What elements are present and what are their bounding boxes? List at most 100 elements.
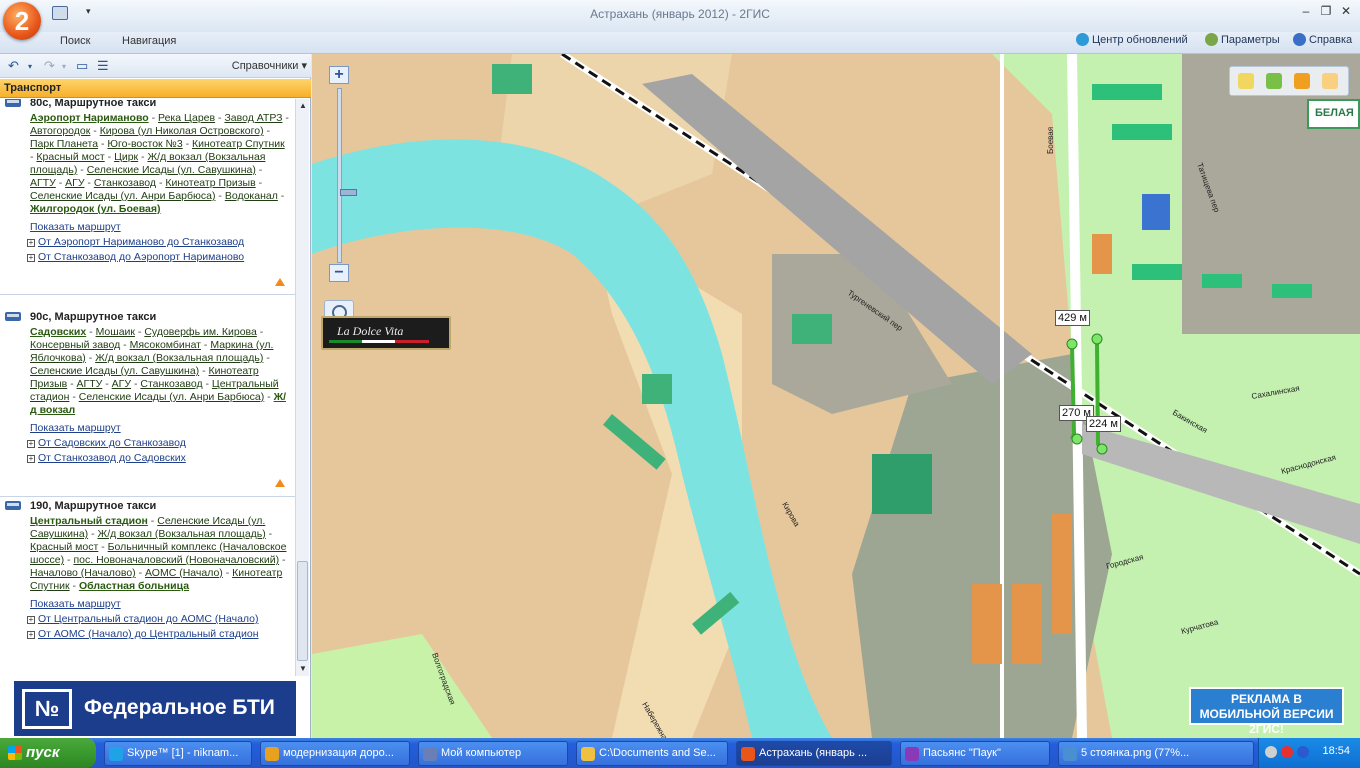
settings-icon[interactable] (1322, 73, 1338, 89)
stop-link[interactable]: Жилгородок (ул. Боевая) (30, 203, 161, 215)
taskbar-item[interactable]: Пасьянс "Паук" (900, 741, 1050, 766)
close-button[interactable]: ✕ (1336, 4, 1356, 20)
stop-link[interactable]: АГТУ (30, 177, 56, 189)
start-button[interactable]: пуск (0, 738, 96, 768)
mobile-version-ad[interactable]: РЕКЛАМА В МОБИЛЬНОЙ ВЕРСИИ 2ГИС! (1189, 687, 1344, 736)
stop-link[interactable]: Юго-восток №3 (107, 138, 182, 150)
stop-link[interactable]: Красный мост (30, 541, 98, 553)
expand-icon[interactable]: + (27, 239, 35, 247)
stop-link[interactable]: Ж/д вокзал (Вокзальная площадь) (95, 352, 263, 364)
direction-link[interactable]: + От АОМС (Начало) до Центральный стадион (27, 628, 295, 640)
back-dropdown-icon[interactable]: ▾ (28, 62, 32, 71)
stop-link[interactable]: Завод АТРЗ (224, 112, 282, 124)
show-route-link[interactable]: Показать маршрут (30, 221, 295, 233)
stop-link[interactable]: Селенские Исады (ул. Анри Барбюса) (79, 391, 264, 403)
stop-link[interactable]: Станкозавод (94, 177, 156, 189)
direction-link[interactable]: + От Станкозавод до Садовских (27, 452, 295, 464)
route-item: 190, Маршрутное такси Центральный стадио… (0, 500, 295, 676)
taskbar-item[interactable]: C:\Documents and Se... (576, 741, 728, 766)
stop-link[interactable]: Кирова (ул Николая Островского) (100, 125, 264, 137)
maximize-button[interactable]: ❐ (1316, 4, 1336, 20)
expand-icon[interactable]: + (27, 455, 35, 463)
direction-link[interactable]: + От Садовских до Станкозавод (27, 437, 295, 449)
panel-icon[interactable]: ▭ (76, 58, 88, 74)
route-point (1096, 443, 1108, 455)
stop-link[interactable]: Мошаик (96, 326, 135, 338)
opera-icon[interactable] (1281, 746, 1293, 758)
stop-link[interactable]: АГУ (112, 378, 131, 390)
sidebar-scrollbar[interactable]: ▲ ▼ (295, 99, 309, 676)
tab-search[interactable]: Поиск (60, 35, 90, 47)
stop-link[interactable]: Селенские Исады (ул. Анри Барбюса) (30, 190, 215, 202)
show-route-link[interactable]: Показать маршрут (30, 598, 295, 610)
stop-link[interactable]: Центральный стадион (30, 515, 148, 527)
ruler-icon[interactable] (1238, 73, 1254, 89)
taskbar-item-active[interactable]: Астрахань (январь ... (736, 741, 892, 766)
directories-dropdown[interactable]: Справочники ▾ (232, 59, 307, 72)
corner-ad[interactable]: БЕЛАЯ (1307, 99, 1360, 129)
zoom-in-button[interactable]: + (329, 66, 349, 84)
stop-link[interactable]: Река Царев (158, 112, 215, 124)
direction-link[interactable]: + От Аэропорт Нариманово до Станкозавод (27, 236, 295, 248)
stop-link[interactable]: пос. Новоначаловский (Новоначаловский) (73, 554, 279, 566)
layers-icon[interactable] (1266, 73, 1282, 89)
stop-link[interactable]: Садовских (30, 326, 86, 338)
app-logo-icon[interactable]: 2 (3, 2, 41, 40)
stop-link[interactable]: АГТУ (77, 378, 103, 390)
forward-dropdown-icon[interactable]: ▾ (62, 62, 66, 71)
parameters-link[interactable]: Параметры (1205, 32, 1280, 48)
advertisement-banner[interactable]: № Федеральное БТИ (14, 681, 296, 736)
taskbar-item[interactable]: Мой компьютер (418, 741, 568, 766)
stop-link[interactable]: Селенские Исады (ул. Савушкина) (87, 164, 256, 176)
dolce-vita-ad[interactable]: La Dolce Vita (321, 316, 451, 350)
taskbar-item[interactable]: 5 стоянка.png (77%... (1058, 741, 1254, 766)
zoom-slider-knob[interactable] (340, 189, 357, 196)
tab-navigation[interactable]: Навигация (122, 35, 176, 47)
stop-link[interactable]: Цирк (114, 151, 138, 163)
map-view[interactable]: Боевая Татищева пер Сахалинская Городска… (312, 54, 1360, 738)
stop-link[interactable]: Станкозавод (140, 378, 202, 390)
stop-link[interactable]: Ж/д вокзал (Вокзальная площадь) (98, 528, 266, 540)
print-icon[interactable] (1294, 73, 1310, 89)
minimize-button[interactable]: – (1296, 4, 1316, 20)
back-icon[interactable]: ↶ (8, 58, 19, 74)
stop-link[interactable]: Началово (Началово) (30, 567, 136, 579)
zoom-slider[interactable] (337, 88, 357, 263)
forward-icon[interactable]: ↷ (44, 58, 55, 74)
stop-link[interactable]: Автогородок (30, 125, 90, 137)
stop-link[interactable]: Аэропорт Нариманово (30, 112, 149, 124)
update-center-link[interactable]: Центр обновлений (1076, 32, 1188, 48)
stop-link[interactable]: АОМС (Начало) (145, 567, 223, 579)
expand-icon[interactable]: + (27, 616, 35, 624)
expand-icon[interactable]: + (27, 440, 35, 448)
list-icon[interactable]: ☰ (97, 58, 109, 74)
stop-link[interactable]: Водоканал (225, 190, 278, 202)
stop-link[interactable]: Областная больница (79, 580, 189, 592)
stop-link[interactable]: Консервный завод (30, 339, 120, 351)
stop-link[interactable]: Селенские Исады (ул. Савушкина) (30, 365, 199, 377)
expand-icon[interactable]: + (27, 631, 35, 639)
expand-icon[interactable]: + (27, 254, 35, 262)
help-link[interactable]: Справка (1293, 32, 1352, 48)
language-icon[interactable] (1297, 746, 1309, 758)
tray-arrow-icon[interactable] (1265, 746, 1277, 758)
stop-link[interactable]: АГУ (65, 177, 84, 189)
stop-separator: - (120, 339, 130, 351)
direction-link[interactable]: + От Центральный стадион до АОМС (Начало) (27, 613, 295, 625)
stop-link[interactable]: Красный мост (36, 151, 104, 163)
stop-link[interactable]: Кинотеатр Спутник (192, 138, 285, 150)
stop-link[interactable]: Парк Планета (30, 138, 98, 150)
map-canvas[interactable]: Боевая Татищева пер Сахалинская Городска… (312, 54, 1360, 738)
taskbar-item[interactable]: Skype™ [1] - niknam... (104, 741, 252, 766)
scroll-up-icon[interactable]: ▲ (299, 101, 307, 110)
taskbar-item[interactable]: модернизация доро... (260, 741, 410, 766)
zoom-out-button[interactable]: − (329, 264, 349, 282)
scroll-thumb[interactable] (297, 561, 308, 661)
show-route-link[interactable]: Показать маршрут (30, 422, 295, 434)
stop-link[interactable]: Мясокомбинат (130, 339, 201, 351)
stop-link[interactable]: Судоверфь им. Кирова (144, 326, 257, 338)
scroll-down-icon[interactable]: ▼ (299, 664, 307, 673)
distance-label[interactable]: 429 м (1055, 310, 1090, 326)
stop-link[interactable]: Кинотеатр Призыв (165, 177, 255, 189)
direction-link[interactable]: + От Станкозавод до Аэропорт Нариманово (27, 251, 295, 263)
